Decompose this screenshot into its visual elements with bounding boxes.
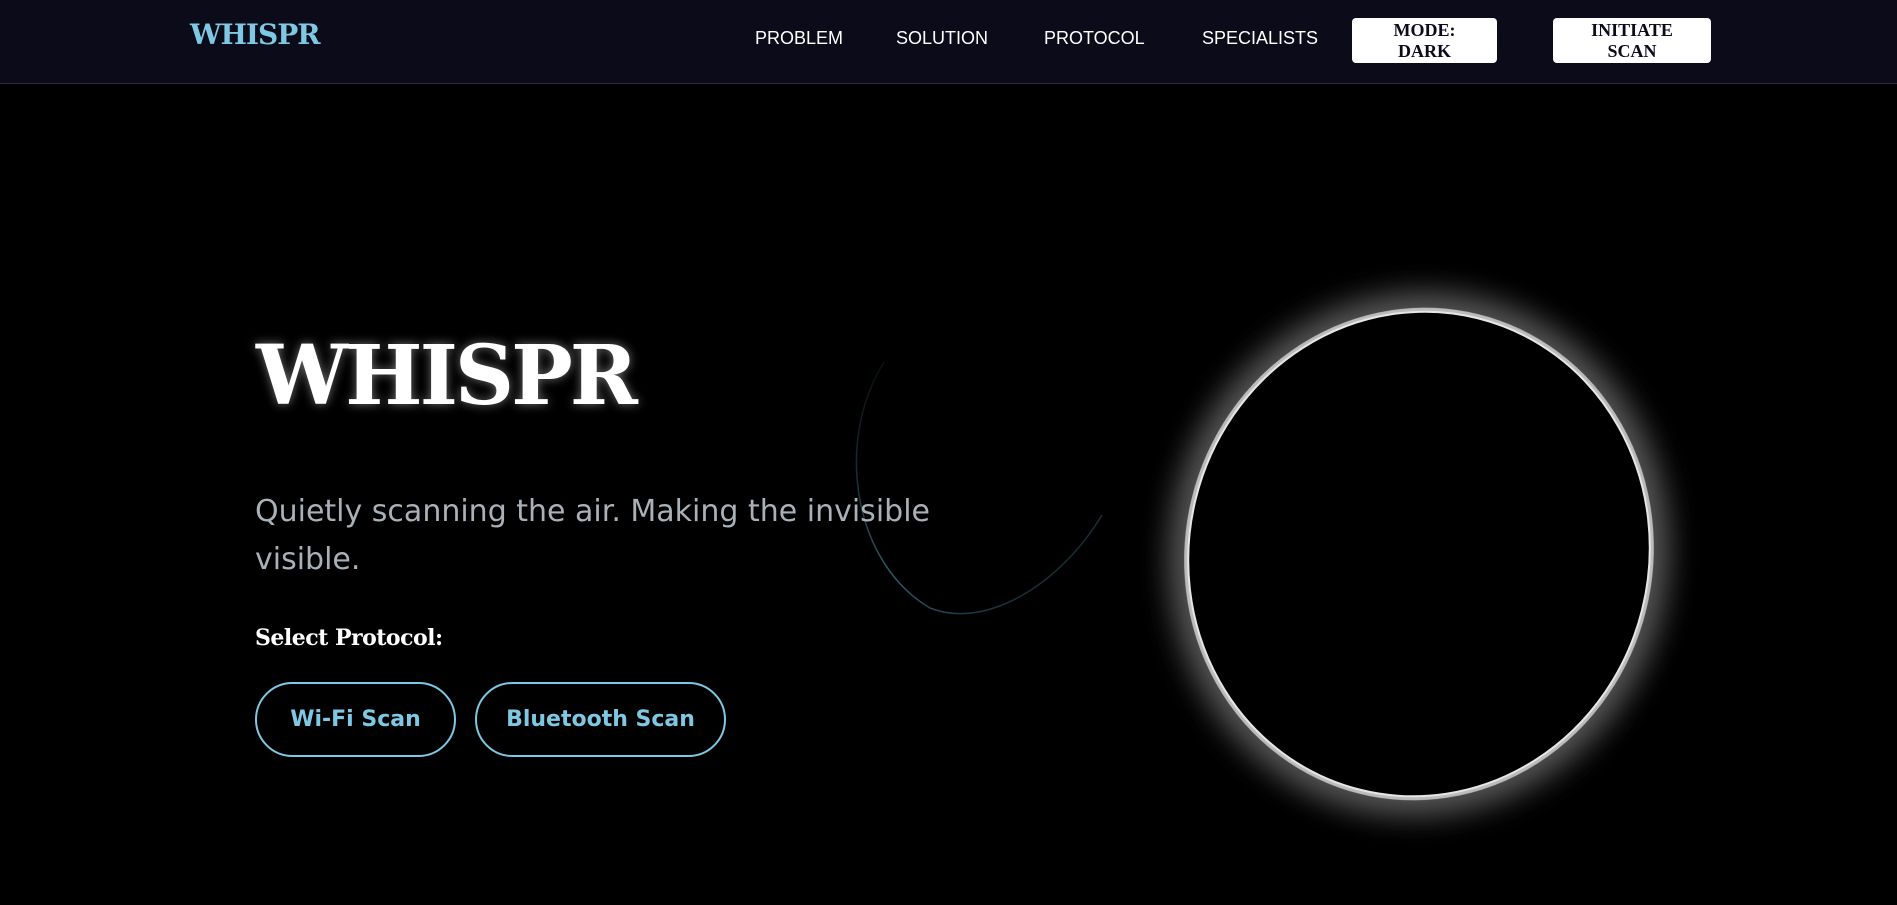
radar-graphic: [855, 307, 1654, 801]
wifi-scan-button[interactable]: Wi-Fi Scan: [255, 682, 456, 757]
hero-title: WHISPR: [256, 328, 638, 424]
scanner-ring-icon: [1184, 307, 1654, 801]
select-protocol-label: Select Protocol:: [255, 625, 443, 651]
hero-subtitle: Quietly scanning the air. Making the inv…: [255, 494, 930, 577]
bluetooth-scan-button[interactable]: Bluetooth Scan: [475, 682, 726, 757]
